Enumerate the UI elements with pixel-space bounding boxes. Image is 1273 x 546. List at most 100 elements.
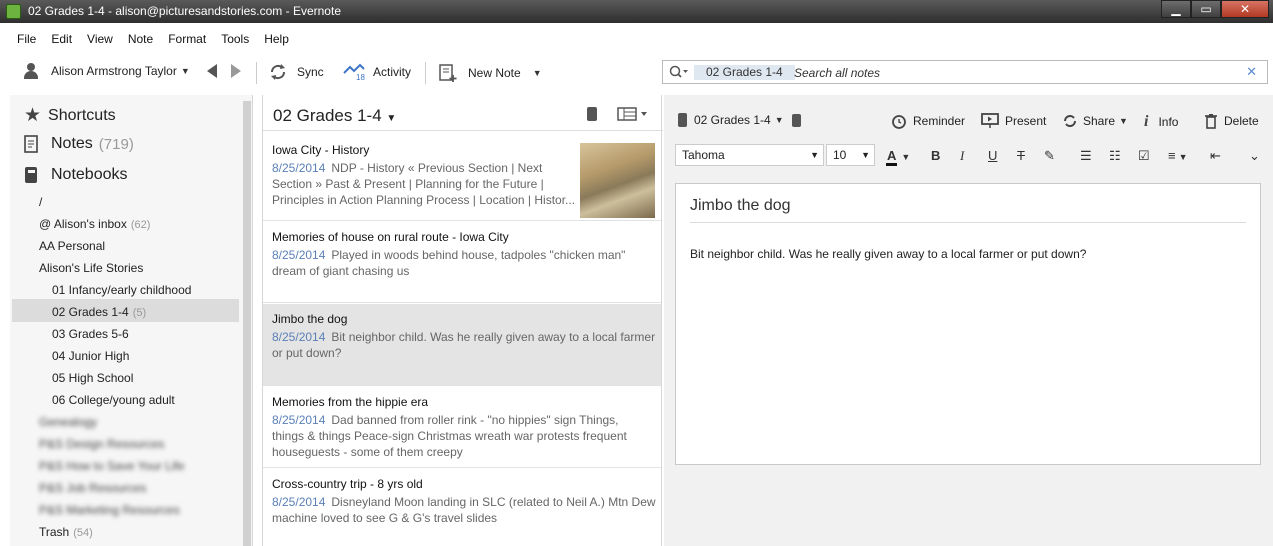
note-snippet: or put down?	[272, 346, 342, 360]
menu-note[interactable]: Note	[128, 28, 153, 50]
note-list-title[interactable]: 02 Grades 1-4 ▼	[273, 106, 396, 126]
sidebar-item-trash[interactable]: Trash (54)	[39, 525, 93, 539]
bullet-list-icon: ☰	[1080, 148, 1092, 163]
font-family-select[interactable]: Tahoma ▼	[675, 144, 824, 166]
checkbox-button[interactable]: ☑	[1138, 148, 1150, 164]
note-editor[interactable]: Jimbo the dog Bit neighbor child. Was he…	[675, 183, 1261, 465]
note-body-text[interactable]: Bit neighbor child. Was he really given …	[690, 247, 1086, 261]
sidebar-scrollbar[interactable]	[243, 101, 251, 546]
note-notebook-selector[interactable]: 02 Grades 1-4 ▼	[678, 113, 808, 127]
note-title-input[interactable]: Jimbo the dog	[690, 197, 1246, 223]
menu-format[interactable]: Format	[168, 28, 206, 50]
menu-tools[interactable]: Tools	[221, 28, 249, 50]
font-size-select[interactable]: 10 ▼	[826, 144, 875, 166]
sidebar-item[interactable]: /	[39, 195, 42, 209]
more-formatting-button[interactable]: ⌄	[1249, 148, 1260, 164]
sidebar-item-selected[interactable]: 02 Grades 1-4 (5)	[52, 305, 146, 319]
sidebar-item[interactable]: AA Personal	[39, 239, 105, 253]
notebook-filter-chip[interactable]: 02 Grades 1-4	[694, 65, 795, 80]
bulleted-list-button[interactable]: ☰	[1080, 148, 1092, 164]
bold-icon: B	[931, 148, 941, 163]
note-list-item-selected[interactable]: Jimbo the dog 8/25/2014 Bit neighbor chil…	[263, 304, 661, 386]
indent-button[interactable]: ⇤	[1210, 148, 1221, 164]
sidebar-item[interactable]: 05 High School	[52, 371, 133, 385]
sidebar-item[interactable]: P&S How to Save Your Life	[39, 459, 184, 473]
sidebar-item[interactable]: P&S Job Resources	[39, 481, 146, 495]
note-snippet: machine loved to see G & G's travel slid…	[272, 511, 498, 525]
sidebar-item[interactable]: 04 Junior High	[52, 349, 129, 363]
sidebar-item[interactable]: P&S Marketing Resources	[39, 503, 180, 517]
note-preview: 8/25/2014 Played in woods behind house, t…	[272, 247, 625, 279]
chevron-down-icon: ▼	[180, 66, 190, 76]
chevron-down-icon: ▼	[1119, 116, 1128, 126]
close-button[interactable]: ✕	[1221, 0, 1269, 18]
reminder-button[interactable]: Reminder	[891, 113, 965, 129]
note-preview: 8/25/2014 Disneyland Moon landing in SLC …	[272, 494, 656, 526]
menu-view[interactable]: View	[87, 28, 113, 50]
font-size-value: 10	[833, 148, 847, 162]
sidebar-item[interactable]: Alison's Life Stories	[39, 261, 143, 275]
sidebar-item[interactable]: 01 Infancy/early childhood	[52, 283, 191, 297]
maximize-button[interactable]: ▭	[1191, 0, 1221, 18]
share-button[interactable]: Share ▼	[1062, 113, 1128, 129]
activity-label: Activity	[373, 65, 412, 79]
strikethrough-button[interactable]: T	[1017, 148, 1025, 163]
underline-button[interactable]: U	[988, 148, 997, 163]
minimize-button[interactable]: ▁	[1161, 0, 1191, 18]
back-button[interactable]	[207, 64, 217, 78]
sidebar-notes[interactable]: Notes (719)	[24, 135, 134, 153]
present-button[interactable]: Present	[981, 113, 1046, 129]
sidebar-shortcuts[interactable]: ★ Shortcuts	[24, 104, 116, 127]
search-icon[interactable]	[669, 65, 689, 82]
share-label: Share	[1083, 114, 1116, 128]
sidebar-item[interactable]: Genealogy	[39, 415, 97, 429]
italic-button[interactable]: I	[960, 148, 964, 164]
tag-icon[interactable]	[791, 113, 801, 127]
notebook-share-icon[interactable]	[587, 107, 597, 121]
window-controls: ▁ ▭ ✕	[1161, 0, 1269, 18]
note-list-item[interactable]: Cross-country trip - 8 yrs old 8/25/2014…	[263, 469, 661, 546]
note-list-item[interactable]: Iowa City - History 8/25/2014 NDP - Histo…	[263, 135, 661, 221]
bold-button[interactable]: B	[931, 148, 940, 163]
alignment-button[interactable]: ≡ ▼	[1168, 148, 1188, 163]
note-snippet: Played in woods behind house, tadpoles "…	[331, 248, 626, 262]
note-date: 8/25/2014	[272, 495, 326, 509]
new-note-button[interactable]: New Note ▼	[438, 63, 542, 83]
search-box[interactable]: 02 Grades 1-4 Search all notes ✕	[662, 60, 1268, 84]
present-label: Present	[1005, 114, 1047, 128]
font-family-value: Tahoma	[682, 148, 725, 162]
menu-help[interactable]: Help	[264, 28, 289, 50]
sidebar-item[interactable]: @ Alison's inbox (62)	[39, 217, 150, 231]
highlight-button[interactable]: ✎	[1044, 148, 1055, 164]
forward-button[interactable]	[231, 64, 241, 78]
user-menu[interactable]: Alison Armstrong Taylor ▼	[24, 63, 190, 79]
delete-button[interactable]: Delete	[1204, 113, 1259, 129]
sidebar: ★ Shortcuts Notes (719) Notebooks / @ Al…	[10, 95, 253, 546]
note-list-item[interactable]: Memories from the hippie era 8/25/2014 Da…	[263, 387, 661, 468]
menu-edit[interactable]: Edit	[51, 28, 72, 50]
sync-button[interactable]: Sync	[268, 63, 324, 81]
note-list-header: 02 Grades 1-4 ▼	[263, 95, 663, 131]
note-preview: 8/25/2014 Dad banned from roller rink - "…	[272, 412, 627, 460]
sidebar-item-label: 04 Junior High	[52, 349, 130, 363]
share-icon	[1064, 115, 1076, 127]
view-options-icon[interactable]	[617, 107, 651, 124]
search-input[interactable]: Search all notes	[794, 66, 880, 80]
note-list-item[interactable]: Memories of house on rural route - Iowa …	[263, 222, 661, 303]
sync-label: Sync	[297, 65, 324, 79]
chevron-down-icon[interactable]: ▼	[533, 68, 542, 78]
align-left-icon: ≡	[1168, 148, 1176, 163]
menu-file[interactable]: File	[17, 28, 36, 50]
clear-search-icon[interactable]: ✕	[1246, 64, 1257, 80]
sidebar-item[interactable]: 03 Grades 5-6	[52, 327, 129, 341]
activity-button[interactable]: 18 Activity	[342, 63, 412, 82]
sidebar-item[interactable]: 06 College/young adult	[52, 393, 175, 407]
numbered-list-icon: ☷	[1109, 148, 1121, 163]
sidebar-notes-label: Notes	[51, 135, 93, 152]
sidebar-item[interactable]: P&S Design Resources	[39, 437, 164, 451]
sidebar-notebooks[interactable]: Notebooks	[24, 166, 128, 184]
new-note-icon	[439, 64, 457, 82]
info-button[interactable]: i Info	[1144, 113, 1178, 131]
numbered-list-button[interactable]: ☷	[1109, 148, 1121, 164]
font-color-button[interactable]: A ▼	[886, 148, 910, 166]
